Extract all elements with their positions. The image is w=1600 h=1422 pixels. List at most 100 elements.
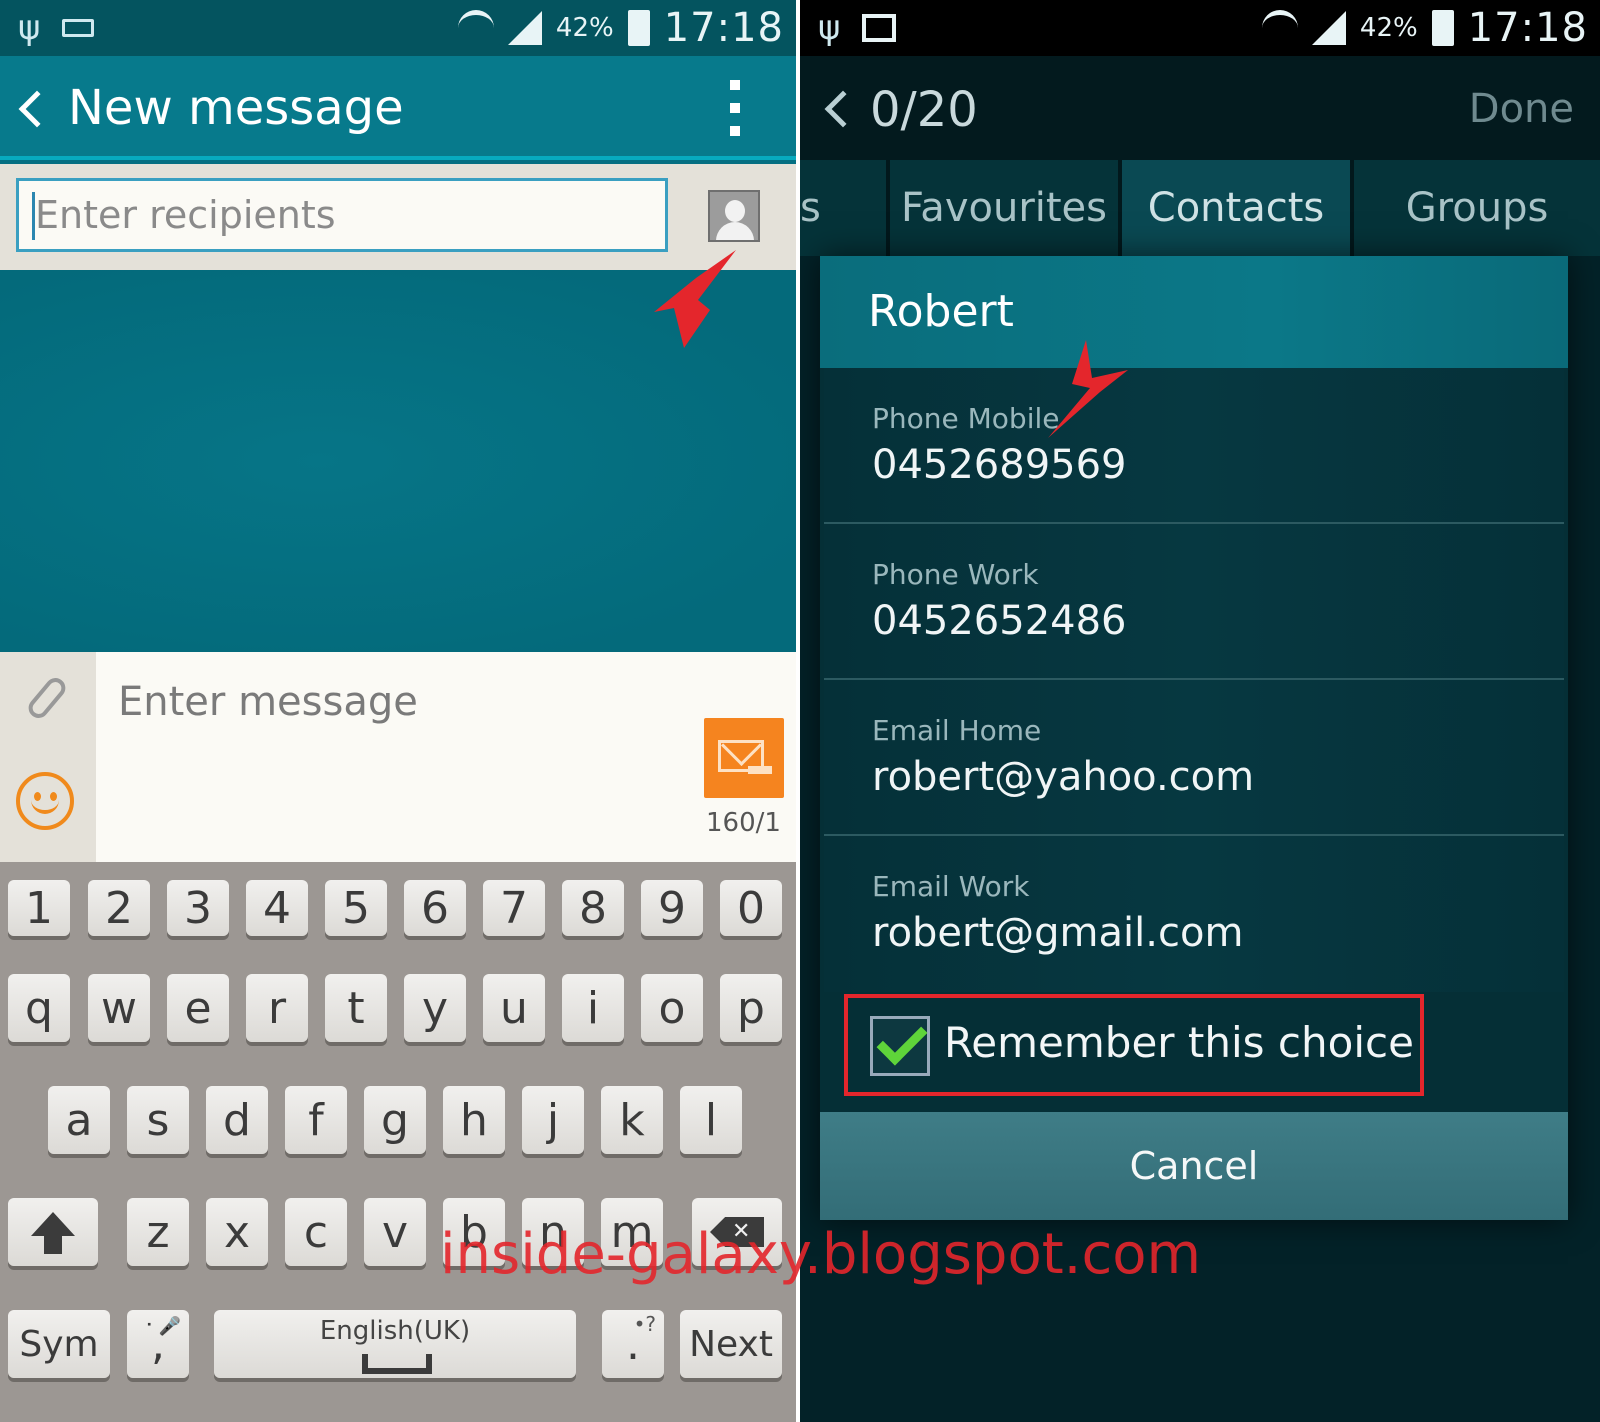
tab-partial[interactable]: s (800, 160, 890, 256)
key-6[interactable]: 6 (404, 880, 466, 936)
key-j[interactable]: j (522, 1086, 584, 1154)
key-z[interactable]: z (127, 1198, 189, 1266)
option-label: Email Work (872, 870, 1030, 903)
space-key[interactable]: English(UK) (214, 1310, 576, 1378)
dialog-title: Robert (868, 286, 1014, 337)
character-counter: 160/1 (706, 808, 781, 838)
right-phone-screen: ψ 42% 17:18 0/20 Done s Favourites Conta… (800, 0, 1600, 1422)
usb-icon: ψ (818, 8, 841, 48)
key-a[interactable]: a (48, 1086, 110, 1154)
emoji-icon[interactable] (16, 772, 74, 830)
status-bar: ψ 42% 17:18 (800, 0, 1600, 56)
key-1[interactable]: 1 (8, 880, 70, 936)
selection-counter: 0/20 (870, 82, 978, 138)
tab-groups[interactable]: Groups (1354, 160, 1600, 256)
option-label: Email Home (872, 714, 1042, 747)
tab-contacts[interactable]: Contacts (1122, 160, 1354, 256)
key-y[interactable]: y (404, 974, 466, 1042)
select-contact-dialog: Robert Phone Mobile 0452689569 Phone Wor… (820, 256, 1568, 1220)
space-language-label: English(UK) (319, 1316, 471, 1346)
remember-checkbox[interactable] (870, 1014, 930, 1076)
left-phone-screen: ψ 42% 17:18 New message 160/1 (0, 0, 796, 1422)
option-phone-mobile[interactable]: Phone Mobile 0452689569 (824, 368, 1564, 524)
period-secondary-label: •? (633, 1312, 656, 1336)
signal-icon (1311, 11, 1346, 45)
option-phone-work[interactable]: Phone Work 0452652486 (824, 524, 1564, 680)
image-icon (862, 14, 897, 42)
compose-bar: 160/1 (0, 652, 796, 862)
key-u[interactable]: u (483, 974, 545, 1042)
key-f[interactable]: f (285, 1086, 347, 1154)
key-c[interactable]: c (285, 1198, 347, 1266)
key-l[interactable]: l (680, 1086, 742, 1154)
key-5[interactable]: 5 (325, 880, 387, 936)
back-icon[interactable] (824, 90, 862, 128)
contact-picker-icon[interactable] (708, 190, 760, 242)
option-value: 0452689569 (872, 442, 1127, 488)
key-4[interactable]: 4 (246, 880, 308, 936)
usb-icon: ψ (18, 8, 41, 48)
key-r[interactable]: r (246, 974, 308, 1042)
text-caret (32, 192, 35, 240)
key-0[interactable]: 0 (720, 880, 782, 936)
status-bar: ψ 42% 17:18 (0, 0, 796, 56)
recipients-input[interactable] (16, 178, 668, 252)
comma-key[interactable]: , ⠂🎤 (127, 1310, 189, 1378)
signal-icon (507, 11, 542, 45)
key-p[interactable]: p (720, 974, 782, 1042)
done-button[interactable]: Done (1469, 86, 1574, 132)
page-title: New message (68, 80, 404, 136)
key-8[interactable]: 8 (562, 880, 624, 936)
watermark: inside-galaxy.blogspot.com (440, 1222, 1202, 1287)
keyboard-icon (62, 19, 95, 37)
more-options-icon[interactable] (730, 80, 740, 136)
mic-icon: ⠂🎤 (145, 1316, 181, 1337)
key-g[interactable]: g (364, 1086, 426, 1154)
option-email-work[interactable]: Email Work robert@gmail.com (824, 836, 1564, 992)
wifi-icon (457, 10, 494, 46)
battery-charging-icon (1431, 10, 1454, 46)
key-i[interactable]: i (562, 974, 624, 1042)
app-bar: 0/20 Done (800, 56, 1600, 160)
key-s[interactable]: s (127, 1086, 189, 1154)
annotation-arrow-icon (654, 250, 736, 348)
tab-bar: s Favourites Contacts Groups (800, 160, 1600, 256)
key-e[interactable]: e (167, 974, 229, 1042)
remember-choice-label[interactable]: Remember this choice (944, 1018, 1414, 1067)
send-icon[interactable] (704, 718, 784, 798)
key-2[interactable]: 2 (88, 880, 150, 936)
annotation-arrow-icon (1048, 340, 1128, 438)
next-key[interactable]: Next (680, 1310, 782, 1378)
option-value: 0452652486 (872, 598, 1127, 644)
key-3[interactable]: 3 (167, 880, 229, 936)
key-7[interactable]: 7 (483, 880, 545, 936)
option-label: Phone Mobile (872, 402, 1060, 435)
remember-choice-highlight: Remember this choice (844, 994, 1424, 1096)
clock: 17:18 (1467, 5, 1588, 51)
shift-key[interactable] (8, 1198, 98, 1266)
key-o[interactable]: o (641, 974, 703, 1042)
app-bar: New message (0, 56, 796, 160)
key-q[interactable]: q (8, 974, 70, 1042)
clock: 17:18 (663, 5, 784, 51)
period-key[interactable]: . •? (602, 1310, 664, 1378)
attach-icon[interactable] (24, 673, 70, 723)
sym-key[interactable]: Sym (8, 1310, 110, 1378)
key-k[interactable]: k (601, 1086, 663, 1154)
key-t[interactable]: t (325, 974, 387, 1042)
key-v[interactable]: v (364, 1198, 426, 1266)
option-value: robert@yahoo.com (872, 754, 1255, 800)
checkmark-icon (876, 1014, 928, 1066)
key-w[interactable]: w (88, 974, 150, 1042)
key-d[interactable]: d (206, 1086, 268, 1154)
back-icon[interactable] (18, 90, 56, 128)
battery-percent: 42% (555, 13, 614, 43)
tab-favourites[interactable]: Favourites (890, 160, 1122, 256)
message-input[interactable] (118, 672, 678, 732)
option-label: Phone Work (872, 558, 1039, 591)
key-h[interactable]: h (443, 1086, 505, 1154)
key-9[interactable]: 9 (641, 880, 703, 936)
cancel-button[interactable]: Cancel (820, 1112, 1568, 1220)
key-x[interactable]: x (206, 1198, 268, 1266)
option-email-home[interactable]: Email Home robert@yahoo.com (824, 680, 1564, 836)
